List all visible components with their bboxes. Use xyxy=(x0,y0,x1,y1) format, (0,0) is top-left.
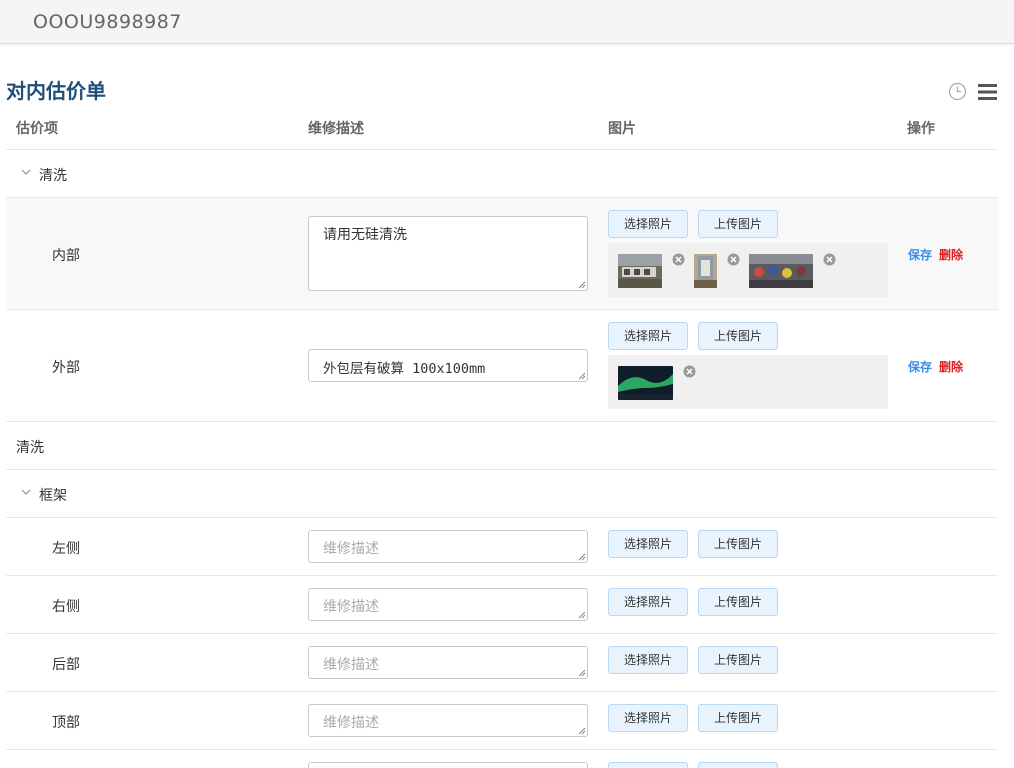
description-field[interactable]: 维修描述 xyxy=(308,704,588,737)
table-header: 估价项 维修描述 图片 操作 xyxy=(6,112,998,150)
table-row: 顶部 维修描述 选择照片 上传图片 xyxy=(6,692,998,750)
item-label: 顶部 xyxy=(52,715,80,731)
resize-grip-icon[interactable] xyxy=(578,281,586,289)
group-row-cleaning-summary[interactable]: 清洗 xyxy=(6,422,998,470)
table-row: 右侧 维修描述 选择照片 上传图片 xyxy=(6,576,998,634)
remove-image-icon[interactable] xyxy=(727,253,740,266)
clock-icon[interactable] xyxy=(948,82,967,101)
description-field[interactable] xyxy=(308,762,588,768)
table-row: 左侧 维修描述 选择照片 上传图片 xyxy=(6,518,998,576)
thumbnail-image[interactable] xyxy=(694,254,717,288)
save-link[interactable]: 保存 xyxy=(908,358,932,375)
thumbnail-image[interactable] xyxy=(618,254,662,288)
description-field[interactable]: 外包层有破算 100x100mm xyxy=(308,349,588,382)
choose-photo-button[interactable]: 选择照片 xyxy=(608,646,688,674)
col-header-item: 估价项 xyxy=(16,121,58,137)
upload-image-button[interactable]: 上传图片 xyxy=(698,646,778,674)
choose-photo-button[interactable] xyxy=(608,762,688,768)
table-row-partial xyxy=(6,750,998,768)
top-bar: OOOU9898987 xyxy=(0,0,1014,44)
description-field[interactable]: 维修描述 xyxy=(308,588,588,621)
table-row: 外部 外包层有破算 100x100mm 选择照片 上传图片 保存 删除 xyxy=(6,310,998,422)
choose-photo-button[interactable]: 选择照片 xyxy=(608,210,688,238)
thumbnail-image[interactable] xyxy=(618,366,673,400)
table-row: 后部 维修描述 选择照片 上传图片 xyxy=(6,634,998,692)
upload-image-button[interactable]: 上传图片 xyxy=(698,530,778,558)
choose-photo-button[interactable]: 选择照片 xyxy=(608,530,688,558)
item-label: 左侧 xyxy=(52,541,80,557)
resize-grip-icon[interactable] xyxy=(578,669,586,677)
col-header-actions: 操作 xyxy=(907,121,935,137)
chevron-down-icon[interactable] xyxy=(21,167,31,177)
delete-link[interactable]: 删除 xyxy=(939,246,963,263)
group-row-frame[interactable]: 框架 xyxy=(6,470,998,518)
resize-grip-icon[interactable] xyxy=(578,372,586,380)
remove-image-icon[interactable] xyxy=(672,253,685,266)
item-label: 外部 xyxy=(52,360,80,376)
resize-grip-icon[interactable] xyxy=(578,611,586,619)
item-label: 右侧 xyxy=(52,599,80,615)
remove-image-icon[interactable] xyxy=(683,365,696,378)
choose-photo-button[interactable]: 选择照片 xyxy=(608,588,688,616)
group-label: 清洗 xyxy=(16,440,44,456)
description-field[interactable]: 维修描述 xyxy=(308,646,588,679)
upload-image-button[interactable]: 上传图片 xyxy=(698,588,778,616)
thumbnail-image[interactable] xyxy=(749,254,813,288)
item-label: 内部 xyxy=(52,248,80,264)
group-label: 框架 xyxy=(39,488,67,504)
group-row-cleaning[interactable]: 清洗 xyxy=(6,150,998,198)
image-gallery xyxy=(608,243,888,297)
page-title: 对内估价单 xyxy=(6,79,106,103)
remove-image-icon[interactable] xyxy=(823,253,836,266)
delete-link[interactable]: 删除 xyxy=(939,358,963,375)
item-label: 后部 xyxy=(52,657,80,673)
resize-grip-icon[interactable] xyxy=(578,553,586,561)
column-settings-icon[interactable] xyxy=(978,84,997,100)
order-code: OOOU9898987 xyxy=(33,11,182,33)
upload-image-button[interactable] xyxy=(698,762,778,768)
choose-photo-button[interactable]: 选择照片 xyxy=(608,322,688,350)
choose-photo-button[interactable]: 选择照片 xyxy=(608,704,688,732)
resize-grip-icon[interactable] xyxy=(578,727,586,735)
group-label: 清洗 xyxy=(39,168,67,184)
chevron-down-icon[interactable] xyxy=(21,487,31,497)
description-field[interactable]: 维修描述 xyxy=(308,530,588,563)
image-gallery xyxy=(608,355,888,409)
save-link[interactable]: 保存 xyxy=(908,246,932,263)
upload-image-button[interactable]: 上传图片 xyxy=(698,704,778,732)
description-field[interactable]: 请用无硅清洗 xyxy=(308,216,588,291)
col-header-images: 图片 xyxy=(608,121,636,137)
upload-image-button[interactable]: 上传图片 xyxy=(698,322,778,350)
upload-image-button[interactable]: 上传图片 xyxy=(698,210,778,238)
col-header-description: 维修描述 xyxy=(308,121,364,137)
table-row: 内部 请用无硅清洗 选择照片 上传图片 保存 删除 xyxy=(6,198,998,310)
